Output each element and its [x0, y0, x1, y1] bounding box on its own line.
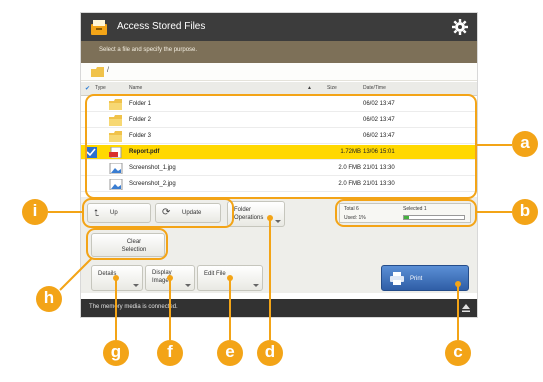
callout-g: g — [103, 340, 129, 366]
callout-e: e — [217, 340, 243, 366]
file-list-highlight — [85, 94, 477, 199]
callout-d: d — [257, 340, 283, 366]
clear-selection-highlight — [86, 228, 168, 260]
callout-lines — [48, 94, 512, 340]
info-highlight — [335, 199, 477, 227]
callout-h: h — [36, 286, 62, 312]
callout-f: f — [157, 340, 183, 366]
callout-i: i — [22, 199, 48, 225]
up-update-highlight — [82, 198, 234, 228]
callout-c: c — [445, 340, 471, 366]
callout-a: a — [512, 131, 538, 157]
callout-b: b — [512, 199, 538, 225]
